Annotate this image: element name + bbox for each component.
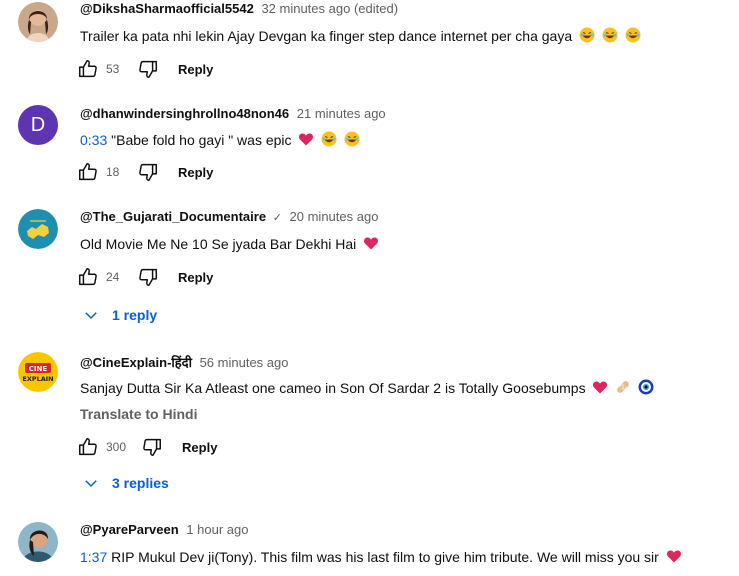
- bandage-emoji-icon: [615, 379, 631, 398]
- painted-portrait-avatar-icon: [18, 522, 58, 562]
- laughing-emoji-icon: [625, 27, 641, 46]
- like-button[interactable]: [76, 160, 100, 184]
- laughing-emoji-icon: [344, 131, 360, 150]
- thumbs-down-icon: [139, 60, 157, 78]
- comment-time[interactable]: 32 minutes ago (edited): [261, 1, 398, 16]
- heart-emoji-icon: [592, 379, 608, 398]
- thumbs-down-icon: [139, 268, 157, 286]
- comment-text: 0:33 "Babe fold ho gayi " was epic: [80, 131, 360, 150]
- reply-button[interactable]: Reply: [178, 270, 213, 285]
- comment-actions: 18 Reply: [76, 160, 213, 184]
- avatar-letter: D: [30, 113, 46, 136]
- laughing-emoji-icon: [321, 131, 337, 150]
- thumbs-up-icon: [79, 60, 97, 78]
- comment-actions: 300 Reply: [76, 435, 217, 459]
- comment-text: Old Movie Me Ne 10 Se jyada Bar Dekhi Ha…: [80, 235, 379, 254]
- view-replies-button[interactable]: 3 replies: [82, 474, 169, 492]
- view-replies-button[interactable]: 1 reply: [82, 306, 157, 324]
- video-timestamp-link[interactable]: 0:33: [80, 132, 107, 148]
- dislike-button[interactable]: [140, 435, 164, 459]
- comment-actions: 24 Reply: [76, 265, 213, 289]
- comment-time[interactable]: 1 hour ago: [186, 522, 248, 537]
- author-avatar[interactable]: CINE EXPLAIN: [18, 352, 58, 392]
- comment-text: 1:37 RIP Mukul Dev ji(Tony). This film w…: [80, 548, 682, 567]
- comment-time[interactable]: 21 minutes ago: [297, 106, 386, 121]
- author-name[interactable]: @The_Gujarati_Documentaire: [80, 209, 266, 224]
- translate-button[interactable]: Translate to Hindi: [80, 406, 197, 422]
- nazar-amulet-emoji-icon: [638, 379, 654, 398]
- author-name[interactable]: @dhanwindersinghrollno48non46: [80, 106, 289, 121]
- thumbs-down-icon: [139, 163, 157, 181]
- gujarat-map-logo-avatar-icon: [18, 209, 58, 249]
- author-avatar[interactable]: [18, 209, 58, 249]
- comment-text-content: RIP Mukul Dev ji(Tony). This film was hi…: [111, 549, 659, 565]
- thumbs-up-icon: [79, 163, 97, 181]
- comment-text: Sanjay Dutta Sir Ka Atleast one cameo in…: [80, 379, 654, 398]
- comment-actions: 53 Reply: [76, 57, 213, 81]
- replies-label: 3 replies: [112, 475, 169, 491]
- comment-header: @dhanwindersinghrollno48non46 21 minutes…: [80, 106, 386, 121]
- comment-text-content: Sanjay Dutta Sir Ka Atleast one cameo in…: [80, 380, 586, 396]
- reply-button[interactable]: Reply: [178, 165, 213, 180]
- heart-emoji-icon: [666, 548, 682, 567]
- author-name[interactable]: @CineExplain-हिंदी: [80, 355, 192, 370]
- thumbs-up-icon: [79, 438, 97, 456]
- chevron-down-icon: [82, 306, 100, 324]
- laughing-emoji-icon: [602, 27, 618, 46]
- thumbs-down-icon: [143, 438, 162, 456]
- comment-header: @CineExplain-हिंदी 56 minutes ago: [80, 353, 288, 371]
- comment-text: Trailer ka pata nhi lekin Ajay Devgan ka…: [80, 27, 641, 46]
- avatar-text-top: CINE: [29, 365, 48, 373]
- reply-button[interactable]: Reply: [182, 440, 217, 455]
- woman-portrait-avatar-icon: [18, 2, 58, 42]
- cine-explain-logo-avatar-icon: CINE EXPLAIN: [18, 352, 58, 392]
- dislike-button[interactable]: [136, 160, 160, 184]
- author-avatar[interactable]: [18, 522, 58, 562]
- dislike-button[interactable]: [136, 265, 160, 289]
- comment-header: @The_Gujarati_Documentaire ✓ 20 minutes …: [80, 209, 378, 224]
- dislike-button[interactable]: [136, 57, 160, 81]
- replies-label: 1 reply: [112, 307, 158, 323]
- comment-header: @DikshaSharmaofficial5542 32 minutes ago…: [80, 1, 398, 16]
- video-timestamp-link[interactable]: 1:37: [80, 549, 107, 565]
- like-count: 18: [106, 165, 120, 179]
- heart-emoji-icon: [363, 235, 379, 254]
- comment-text-content: Trailer ka pata nhi lekin Ajay Devgan ka…: [80, 28, 573, 44]
- thumbs-up-icon: [79, 268, 97, 286]
- heart-emoji-icon: [298, 131, 314, 150]
- comment-header: @PyareParveen 1 hour ago: [80, 522, 248, 537]
- laughing-emoji-icon: [579, 27, 595, 46]
- like-count: 53: [106, 62, 120, 76]
- reply-button[interactable]: Reply: [178, 62, 213, 77]
- comment-time[interactable]: 56 minutes ago: [200, 355, 289, 370]
- author-name[interactable]: @PyareParveen: [80, 522, 179, 537]
- author-name[interactable]: @DikshaSharmaofficial5542: [80, 1, 254, 16]
- like-button[interactable]: [76, 435, 100, 459]
- like-count: 24: [106, 270, 120, 284]
- like-button[interactable]: [76, 57, 100, 81]
- like-count: 300: [106, 440, 127, 454]
- avatar-text-bottom: EXPLAIN: [22, 375, 53, 383]
- like-button[interactable]: [76, 265, 100, 289]
- author-avatar[interactable]: D: [18, 105, 58, 145]
- comment-text-content: Old Movie Me Ne 10 Se jyada Bar Dekhi Ha…: [80, 236, 357, 252]
- comment-time[interactable]: 20 minutes ago: [290, 209, 379, 224]
- comment-text-content: "Babe fold ho gayi " was epic: [111, 132, 292, 148]
- checkmark-icon: ✓: [272, 212, 282, 224]
- author-avatar[interactable]: [18, 2, 58, 42]
- chevron-down-icon: [82, 474, 100, 492]
